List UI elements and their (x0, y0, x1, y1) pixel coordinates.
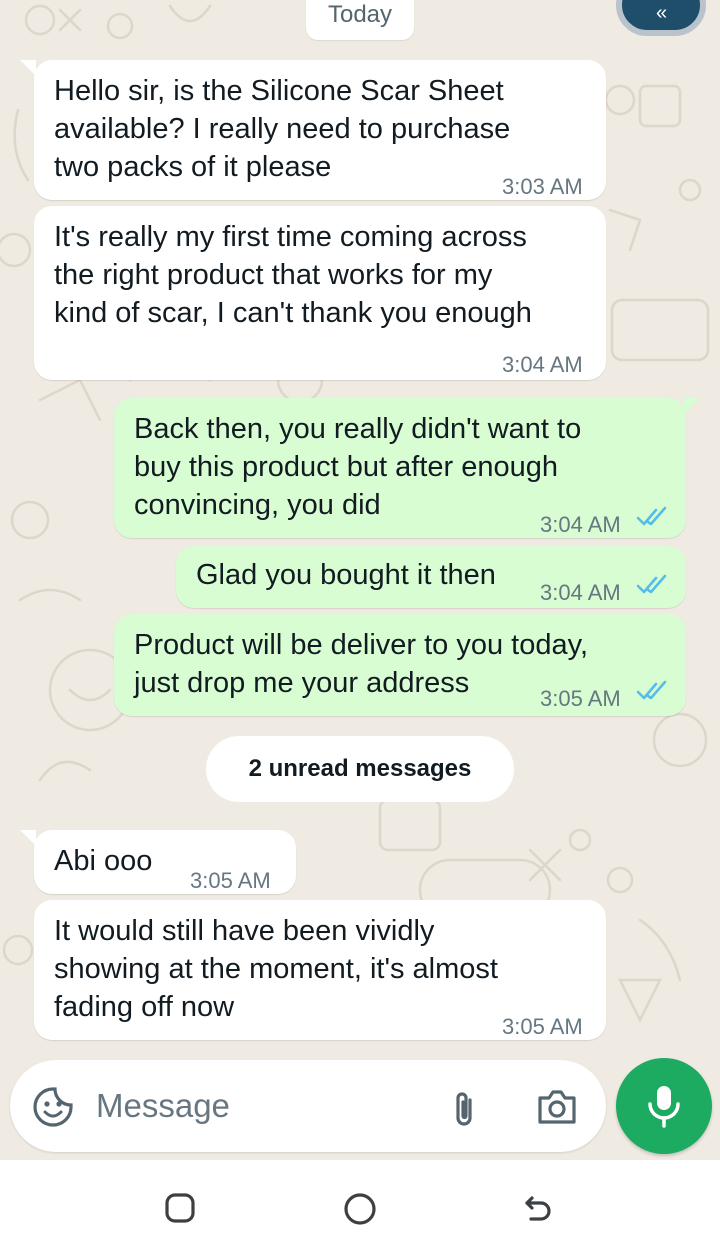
voice-message-button[interactable] (616, 1058, 712, 1154)
message-time: 3:04 AM (540, 580, 621, 605)
home-icon[interactable] (343, 1192, 377, 1226)
message-time: 3:05 AM (540, 686, 621, 711)
date-chip: Today (306, 0, 414, 40)
message-bubble-incoming[interactable]: Abi ooo 3:05 AM (34, 830, 296, 894)
message-time: 3:05 AM (190, 868, 271, 893)
read-receipt-icon (636, 680, 667, 700)
read-receipt-icon (636, 574, 667, 594)
bubble-tail (684, 398, 700, 414)
message-text: It's really my first time coming across … (54, 221, 532, 329)
message-time: 3:05 AM (502, 1014, 583, 1039)
message-time: 3:04 AM (540, 512, 621, 537)
camera-icon[interactable] (536, 1088, 578, 1126)
message-text: Back then, you really didn't want to buy… (134, 413, 582, 521)
message-text: It would still have been vividly showing… (54, 915, 498, 1023)
message-bubble-incoming[interactable]: It's really my first time coming across … (34, 206, 606, 380)
back-icon[interactable] (522, 1192, 554, 1224)
attach-icon[interactable] (450, 1088, 480, 1130)
message-bubble-outgoing[interactable]: Glad you bought it then 3:04 AM (176, 546, 686, 608)
message-bubble-incoming[interactable]: Hello sir, is the Silicone Scar Sheet av… (34, 60, 606, 200)
message-text: Glad you bought it then (196, 559, 496, 591)
mic-icon (648, 1086, 680, 1128)
message-bubble-incoming[interactable]: It would still have been vividly showing… (34, 900, 606, 1040)
message-bubble-outgoing[interactable]: Back then, you really didn't want to buy… (114, 398, 686, 538)
message-bubble-outgoing[interactable]: Product will be deliver to you today, ju… (114, 614, 686, 716)
recents-icon[interactable] (164, 1192, 196, 1224)
message-text: Product will be deliver to you today, ju… (134, 629, 589, 699)
message-input[interactable] (96, 1084, 396, 1128)
message-text: Abi ooo (54, 845, 153, 877)
read-receipt-icon (636, 506, 667, 526)
unread-messages-divider: 2 unread messages (206, 736, 514, 802)
message-composer (10, 1060, 606, 1152)
double-chevron-icon: « (656, 2, 668, 24)
message-time: 3:04 AM (502, 352, 583, 377)
message-time: 3:03 AM (502, 174, 583, 199)
system-navigation-bar (0, 1160, 720, 1258)
sticker-icon[interactable] (32, 1086, 74, 1128)
message-text: Hello sir, is the Silicone Scar Sheet av… (54, 75, 511, 183)
